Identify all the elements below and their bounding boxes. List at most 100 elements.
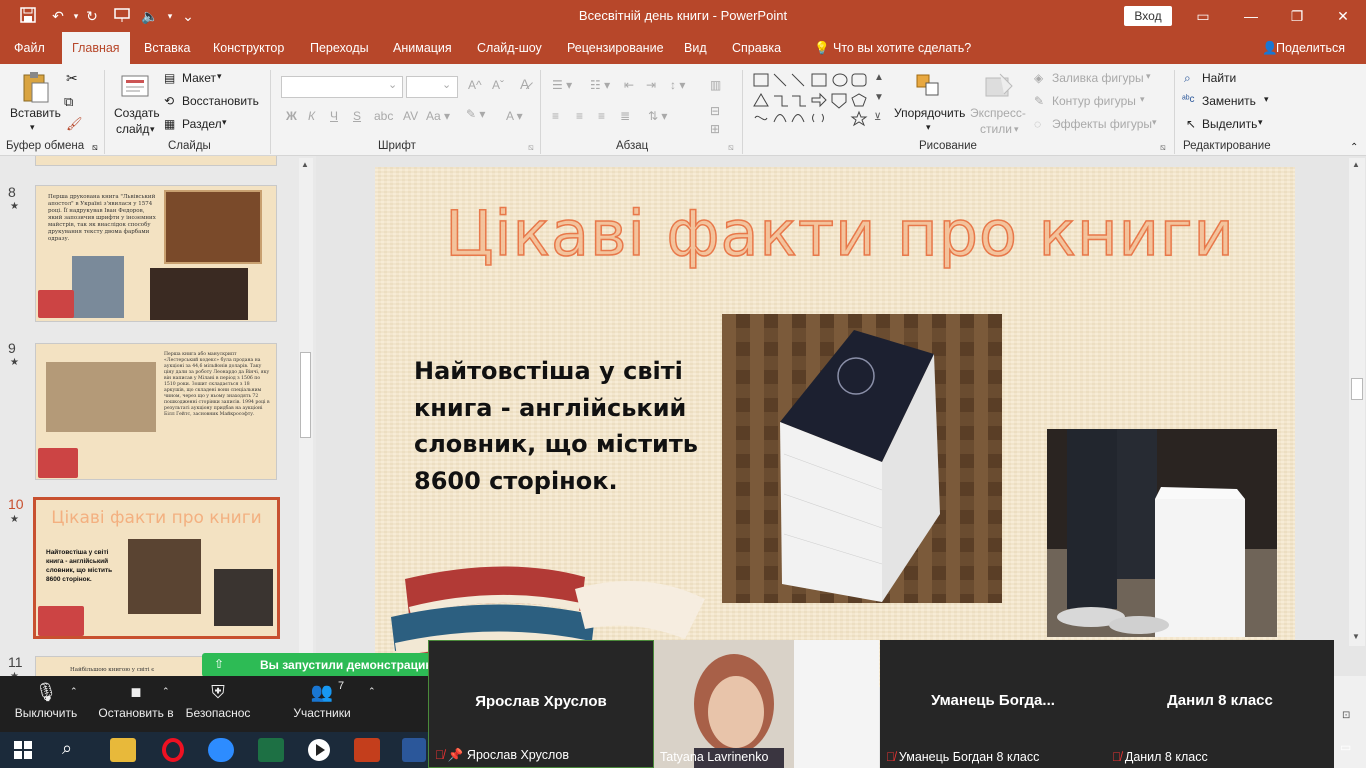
new-slide-dropdown-icon[interactable]: ▾ [150,124,155,135]
media-player-icon[interactable] [306,738,332,762]
quick-styles-dropdown-icon[interactable]: ▾ [1014,124,1019,135]
minimize-button[interactable]: — [1228,0,1274,32]
thumbnail-slide-10[interactable]: Цікаві факти про книги Найтовстіша у сві… [33,497,280,639]
shape-outline-dropdown-icon[interactable]: ▾ [1140,94,1145,105]
tab-transitions[interactable]: Переходы [300,32,379,64]
participants-options-icon[interactable]: ⌃ [368,686,376,697]
format-painter-icon[interactable]: 🖌 [66,116,83,132]
arrange-dropdown-icon[interactable]: ▾ [926,122,931,133]
line-spacing-icon[interactable]: ↕ ▾ [670,78,685,92]
paste-dropdown-icon[interactable]: ▾ [30,122,35,133]
shapes-more-icon[interactable]: ⊻ [874,112,881,123]
ribbon-display-options-icon[interactable]: ▭ [1180,0,1226,32]
thumbnails-scrollbar[interactable]: ▲ [299,158,313,676]
tab-home[interactable]: Главная [62,32,130,64]
new-slide-button[interactable]: Создать [114,106,160,120]
font-launcher-icon[interactable]: ⧅ [528,142,534,153]
columns-icon[interactable]: ▥ [710,78,721,92]
mute-control[interactable]: 🎙 Выключить [14,682,78,720]
thumbnails-scroll-up-icon[interactable]: ▲ [301,160,309,169]
windows-start-icon[interactable] [14,741,32,764]
bullets-icon[interactable]: ☰ ▾ [552,78,572,92]
layout-button[interactable]: Макет [182,71,216,85]
new-slide-label-2[interactable]: слайд [116,122,149,136]
decrease-indent-icon[interactable]: ⇤ [624,78,634,92]
slide-scroll-up-icon[interactable]: ▲ [1352,160,1360,169]
replace-button[interactable]: Заменить [1202,94,1256,108]
notification-icon[interactable]: ▭ [1340,740,1351,754]
section-dropdown-icon[interactable]: ▾ [222,117,227,128]
numbering-icon[interactable]: ☷ ▾ [590,78,610,92]
tab-view[interactable]: Вид [674,32,717,64]
quick-styles-icon[interactable] [984,72,1014,100]
copy-icon[interactable]: ⧉ [64,94,73,110]
align-left-icon[interactable]: ≡ [552,109,559,123]
justify-icon[interactable]: ≣ [620,109,630,123]
replace-icon[interactable]: ᵃᵇc [1182,94,1195,105]
increase-indent-icon[interactable]: ⇥ [646,78,656,92]
smartart-icon[interactable]: ⊞ [710,122,720,136]
shadow-button[interactable]: S [353,109,361,123]
tell-me-search[interactable]: Что вы хотите сделать? [823,32,981,64]
reset-button[interactable]: Восстановить [182,94,259,108]
word-icon[interactable] [402,738,426,762]
layout-icon[interactable]: ▤ [164,71,175,85]
italic-button[interactable]: К [308,109,315,123]
underline-button[interactable]: Ч [330,109,338,123]
zoom-app-icon[interactable] [208,738,234,762]
select-button[interactable]: Выделить [1202,117,1257,131]
paste-button[interactable]: Вставить [10,106,61,120]
paragraph-launcher-icon[interactable]: ⧅ [728,142,734,153]
powerpoint-icon[interactable] [354,738,380,762]
drawing-launcher-icon[interactable]: ⧅ [1160,142,1166,153]
security-control[interactable]: ⛨ Безопаснос [184,682,252,720]
highlight-icon[interactable]: ✎ ▾ [466,107,485,121]
select-icon[interactable]: ↖ [1186,117,1196,131]
slide-scroll-down-icon[interactable]: ▼ [1352,632,1360,641]
fit-slide-icon[interactable]: ⊡ [1342,710,1350,721]
slide-body-text[interactable]: Найтовстіша у світі книга - англійський … [414,353,714,499]
slide-title[interactable]: Цікаві факти про книги [430,196,1250,271]
change-case-icon[interactable]: Aa ▾ [426,109,450,123]
new-slide-icon[interactable] [118,72,152,100]
decrease-font-icon[interactable]: Aˇ [492,78,504,92]
signin-button[interactable]: Вход [1124,6,1172,26]
section-button[interactable]: Раздел [182,117,222,131]
shapes-scroll-up-icon[interactable]: ▲ [874,72,884,83]
select-dropdown-icon[interactable]: ▾ [1258,117,1263,128]
tab-review[interactable]: Рецензирование [557,32,674,64]
align-right-icon[interactable]: ≡ [598,109,605,123]
tab-help[interactable]: Справка [722,32,791,64]
font-family-combo[interactable] [281,76,403,98]
shape-outline-button[interactable]: Контур фигуры [1052,94,1136,108]
current-slide[interactable]: Цікаві факти про книги Найтовстіша у сві… [375,167,1295,689]
slide-scrollbar[interactable]: ▲ ▼ [1349,158,1365,646]
mute-options-icon[interactable]: ⌃ [70,686,78,697]
participant-tile-3[interactable]: Уманець Богда... 🎙̸ Уманець Богдан 8 кла… [880,640,1106,768]
thumbnail-slide-8[interactable]: Перша друкована книга "Львівський апосто… [35,185,277,322]
tab-design[interactable]: Конструктор [203,32,294,64]
cut-icon[interactable]: ✂ [66,70,78,87]
opera-icon[interactable] [160,738,186,762]
search-icon[interactable]: ⌕ [62,738,72,759]
shape-fill-icon[interactable]: ◈ [1034,71,1043,85]
bold-button[interactable]: Ж [286,109,297,123]
align-text-icon[interactable]: ⊟ [710,104,720,118]
clipboard-launcher-icon[interactable]: ⧅ [92,142,98,153]
text-direction-icon[interactable]: ⇅ ▾ [648,109,667,123]
participant-tile-2[interactable]: Tatyana Lavrinenko [654,640,879,768]
paste-icon[interactable] [20,70,50,104]
participant-tile-4[interactable]: Данил 8 класс 🎙̸ Данил 8 класс [1106,640,1334,768]
tab-insert[interactable]: Вставка [134,32,200,64]
layout-dropdown-icon[interactable]: ▾ [217,71,222,82]
shapes-scroll-down-icon[interactable]: ▼ [874,92,884,103]
shape-outline-icon[interactable]: ✎ [1034,94,1044,108]
participant-tile-1[interactable]: Ярослав Хруслов 🎙̸ 📌 Ярослав Хруслов [428,640,654,768]
align-center-icon[interactable]: ≡ [576,109,583,123]
quick-styles-button[interactable]: Экспресс- [970,106,1026,120]
tab-slideshow[interactable]: Слайд-шоу [467,32,552,64]
tab-file[interactable]: Файл [4,32,55,64]
char-spacing-icon[interactable]: AV [403,109,418,123]
thumbnail-7-partial[interactable] [35,156,277,166]
shape-fill-dropdown-icon[interactable]: ▾ [1146,71,1151,82]
